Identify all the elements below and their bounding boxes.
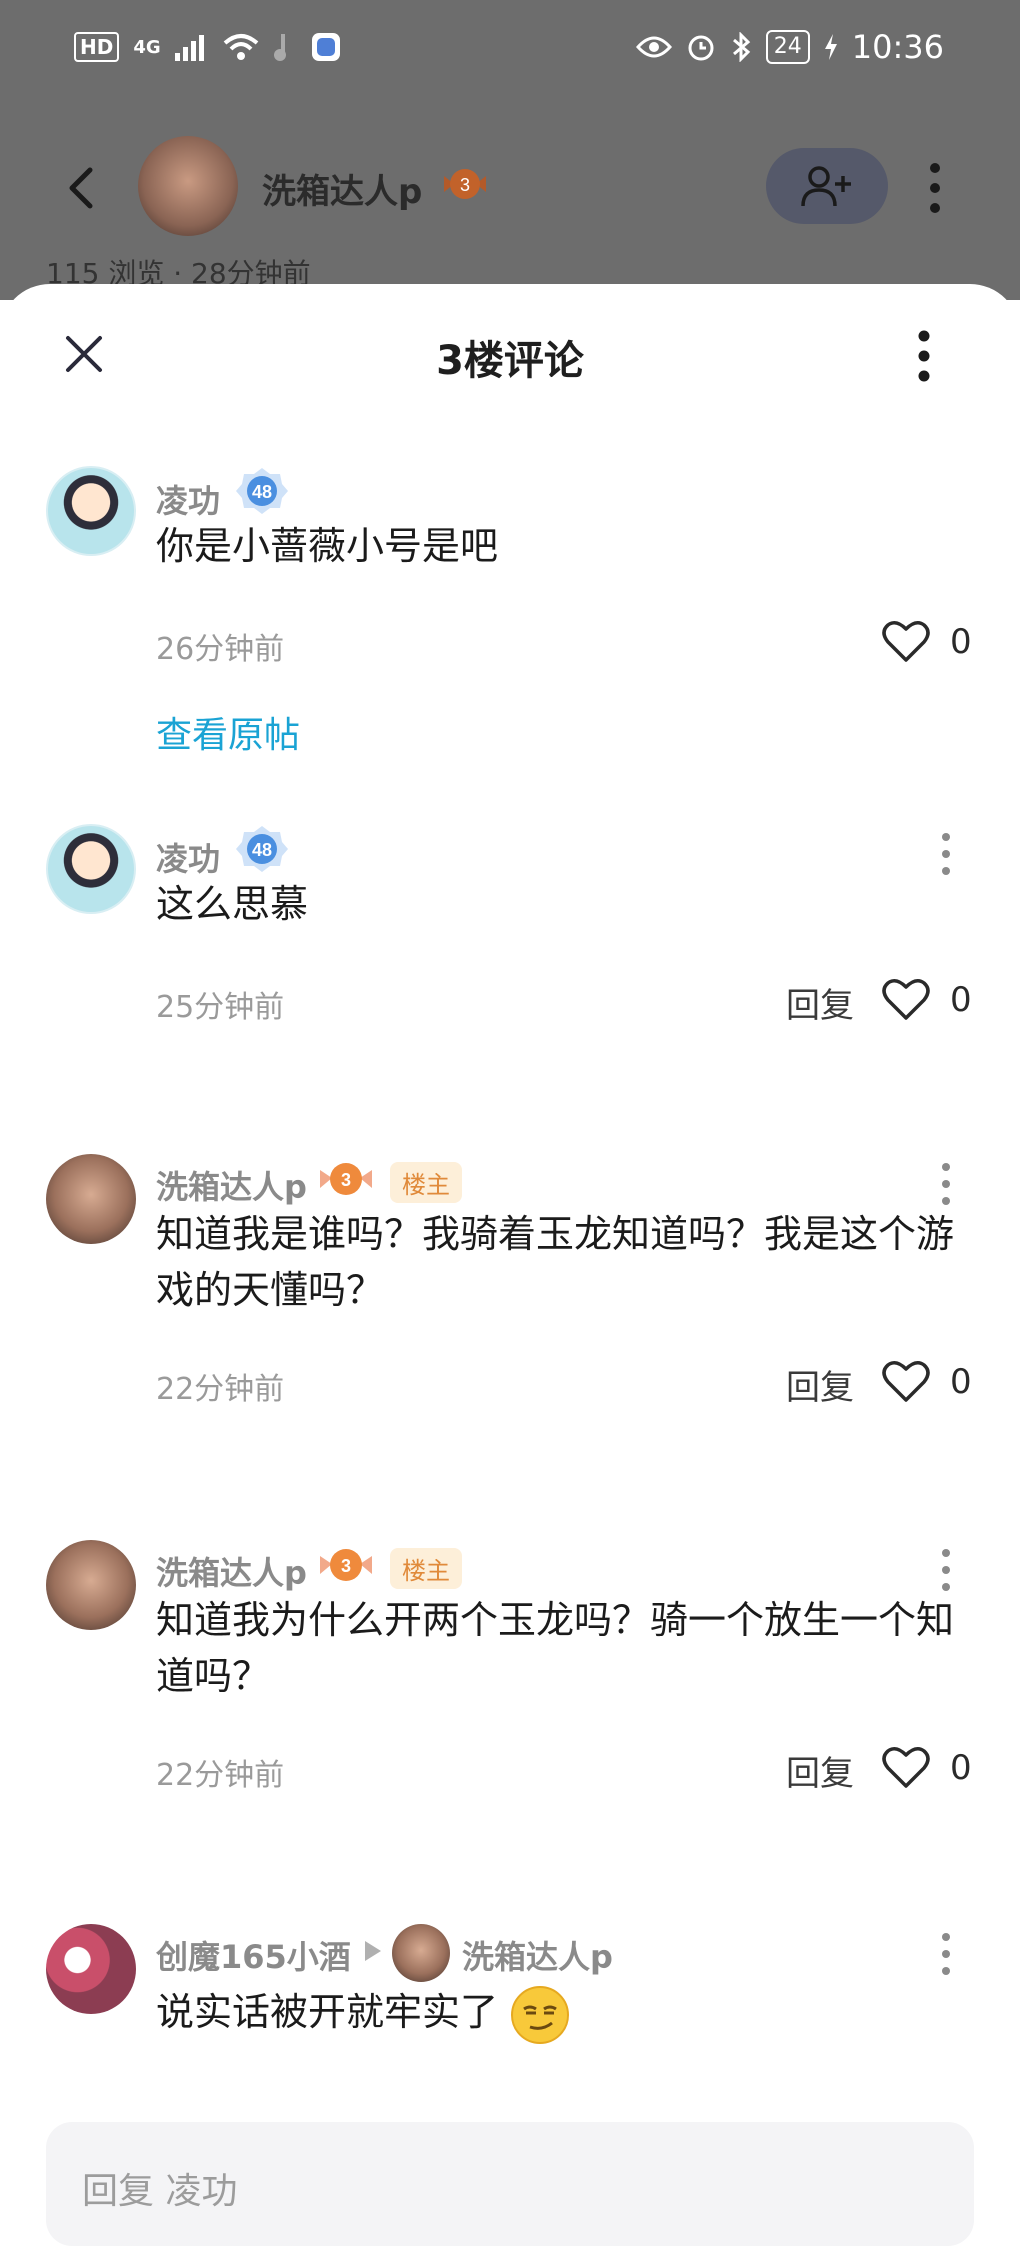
reply-button[interactable]: 回复: [786, 1746, 854, 1795]
like-count: 0: [950, 980, 972, 1020]
comment-text: 这么思慕: [156, 882, 309, 926]
alarm-icon: [688, 35, 714, 61]
author-level-badge: 3: [444, 169, 486, 199]
avatar[interactable]: [46, 466, 136, 556]
owner-tag: 楼主: [390, 1548, 462, 1589]
comment-username[interactable]: 凌功: [156, 476, 220, 522]
app-notification-icon: [311, 33, 340, 61]
post-page-backdrop: HD 4G 24 10:36 洗箱达人p 3 115 浏览 · 28分钟前: [0, 0, 1020, 300]
like-count: 0: [950, 622, 972, 662]
music-icon: [273, 34, 286, 61]
svg-text:3: 3: [341, 1556, 351, 1576]
comments-sheet: 3楼评论 凌功 48 你是小蔷薇小号是吧 26分钟前 0 查看原帖 凌功 48: [0, 284, 1020, 2267]
avatar[interactable]: [46, 824, 136, 914]
author-avatar[interactable]: [138, 136, 238, 236]
heart-icon[interactable]: [882, 620, 930, 664]
heart-icon[interactable]: [882, 978, 930, 1022]
sheet-title: 3楼评论: [436, 338, 584, 384]
svg-text:48: 48: [252, 840, 272, 860]
add-friend-icon: [801, 166, 851, 207]
level-badge: 3: [320, 1549, 372, 1581]
comment-text: 知道我为什么开两个玉龙吗？骑一个放生一个知道吗？: [156, 1598, 955, 1698]
wifi-icon: [223, 34, 258, 60]
avatar[interactable]: [46, 1924, 136, 2014]
comment-more-icon[interactable]: [936, 832, 956, 876]
post-top-nav: 洗箱达人p 3: [0, 130, 1020, 250]
reply-target-username[interactable]: 洗箱达人p: [462, 1932, 613, 1978]
view-original-post-link[interactable]: 查看原帖: [156, 706, 300, 758]
level-badge: 3: [320, 1163, 372, 1195]
comment-text: 知道我是谁吗？我骑着玉龙知道吗？我是这个游戏的天懂吗？: [156, 1212, 955, 1312]
comment-username[interactable]: 创魔165小酒: [156, 1932, 351, 1978]
comment-text: 说实话被开就牢实了: [156, 1990, 499, 2034]
more-vertical-icon[interactable]: [922, 162, 948, 214]
avatar[interactable]: [46, 1154, 136, 1244]
smirk-emoji-icon: [511, 1985, 570, 2044]
owner-tag: 楼主: [390, 1162, 462, 1203]
comment-text-row: 说实话被开就牢实了: [156, 1984, 976, 2045]
status-left: HD 4G: [74, 32, 341, 62]
reply-button[interactable]: 回复: [786, 978, 854, 1027]
reply-input-placeholder: 回复 凌功: [82, 2171, 238, 2212]
comment-more-icon[interactable]: [936, 1548, 956, 1592]
svg-text:3: 3: [460, 175, 470, 195]
comment-text: 你是小蔷薇小号是吧: [156, 524, 499, 568]
comment-time: 25分钟前: [156, 990, 285, 1025]
status-right: 24 10:36: [635, 28, 944, 66]
charging-icon: [824, 34, 837, 60]
svg-text:3: 3: [341, 1170, 351, 1190]
comment-username[interactable]: 洗箱达人p: [156, 1548, 307, 1594]
reply-arrow-icon: [365, 1941, 381, 1961]
sheet-header: 3楼评论: [0, 284, 1020, 424]
level-badge: 48: [236, 468, 288, 514]
level-badge: 48: [236, 826, 288, 872]
reply-input[interactable]: 回复 凌功: [46, 2122, 974, 2246]
comment-more-icon[interactable]: [936, 1162, 956, 1206]
like-count: 0: [950, 1748, 972, 1788]
clock: 10:36: [851, 28, 944, 66]
comment-more-icon[interactable]: [936, 1932, 956, 1976]
heart-icon[interactable]: [882, 1360, 930, 1404]
author-name[interactable]: 洗箱达人p: [262, 164, 422, 213]
add-friend-button[interactable]: [766, 148, 888, 224]
status-bar: HD 4G 24 10:36: [0, 0, 1020, 100]
avatar[interactable]: [46, 1540, 136, 1630]
hd-indicator: HD: [74, 32, 120, 62]
like-count: 0: [950, 1362, 972, 1402]
more-vertical-icon[interactable]: [910, 328, 938, 384]
comment-time: 26分钟前: [156, 632, 285, 667]
svg-text:48: 48: [252, 482, 272, 502]
back-icon[interactable]: [60, 166, 104, 210]
comment-username[interactable]: 洗箱达人p: [156, 1162, 307, 1208]
heart-icon[interactable]: [882, 1746, 930, 1790]
comment-username[interactable]: 凌功: [156, 834, 220, 880]
battery-level: 24: [765, 30, 810, 64]
network-type: 4G: [133, 36, 161, 58]
signal-icon: [174, 35, 204, 61]
comment-time: 22分钟前: [156, 1372, 285, 1407]
bluetooth-icon: [732, 32, 750, 62]
comment-time: 22分钟前: [156, 1758, 285, 1793]
reply-button[interactable]: 回复: [786, 1360, 854, 1409]
reply-target-avatar[interactable]: [392, 1924, 450, 1982]
eye-icon: [635, 36, 672, 58]
